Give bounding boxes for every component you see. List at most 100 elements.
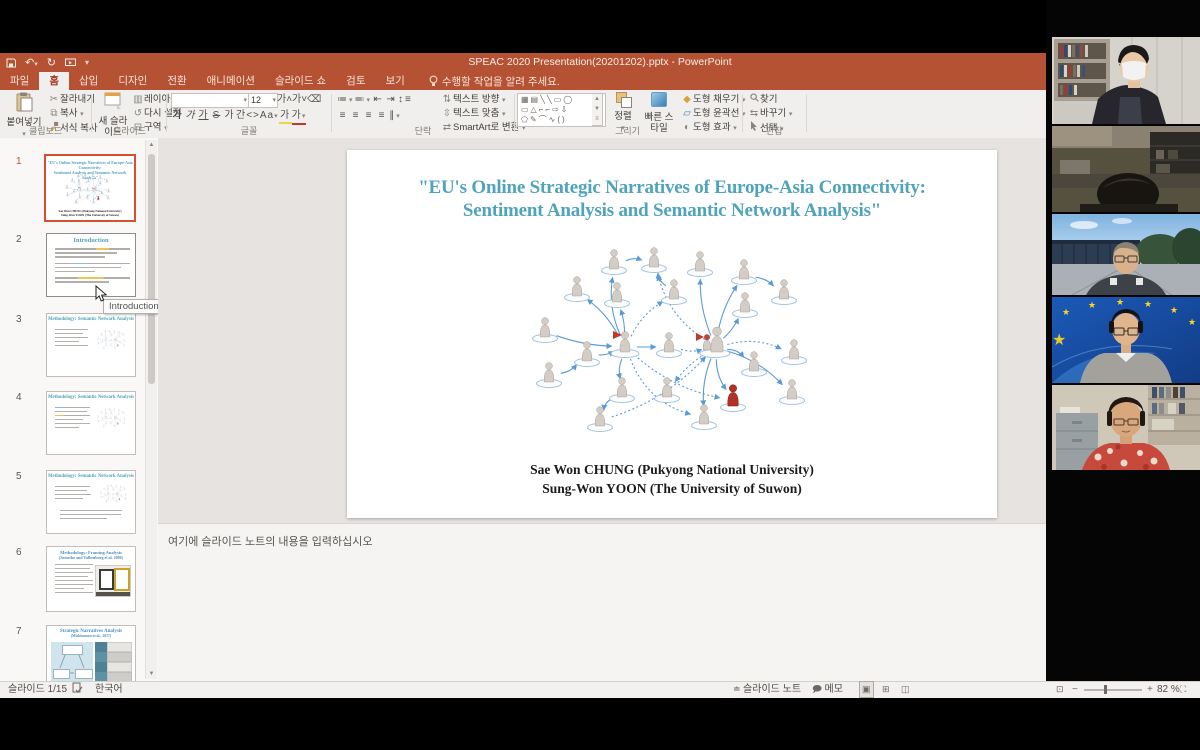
slide-number: 7 [16, 626, 22, 637]
replace-icon: ⇆ [748, 107, 760, 120]
copy-icon: ⧉ [48, 107, 60, 120]
slide-title[interactable]: "EU's Online Strategic Narratives of Eur… [347, 176, 997, 222]
normal-view-button[interactable]: ▣ [860, 682, 873, 697]
language-indicator[interactable]: 한국어 [95, 682, 123, 697]
reading-view-button[interactable]: ◫ [901, 682, 910, 697]
window-title: SPEAC 2020 Presentation(20201202).pptx -… [0, 53, 1200, 72]
slide-authors[interactable]: Sae Won CHUNG (Pukyong National Universi… [347, 460, 997, 498]
copy-button[interactable]: ⧉복사 ▾ [48, 107, 84, 120]
ribbon: 붙여넣기 ▾ ✂잘라내기 ⧉복사 ▾ 서식 복사 클립보드 새 슬라이드 ▾ ▥… [0, 90, 1200, 139]
video-feed-participant-3[interactable] [1052, 214, 1200, 295]
zoom-out-button[interactable]: − [1072, 682, 1078, 697]
shape-fill-button[interactable]: ◆도형 채우기 ▾ [681, 93, 746, 106]
slide-thumbnail-2[interactable]: Introduction [46, 233, 136, 297]
font-style-buttons[interactable]: 가가가S가간˂˃Aa▾가가▾ [171, 109, 306, 122]
tab-home[interactable]: 홈 [39, 72, 69, 90]
font-size-combo[interactable]: 12▾ [248, 93, 278, 108]
scrollbar-thumb[interactable] [148, 154, 155, 384]
align-left-button: ≡ [337, 109, 350, 122]
thumbnail-scrollbar[interactable]: ▲ ▼ [145, 140, 157, 679]
slide-thumbnail-7[interactable]: Strategic Narratives Analysis (Miskimmon… [46, 625, 136, 681]
text-line-decoration [55, 415, 90, 417]
tab-view[interactable]: 보기 [376, 72, 415, 90]
thumb-body-text [47, 404, 95, 428]
tell-me-box[interactable]: 수행할 작업을 알려 주세요. [429, 72, 560, 90]
text-line-decoration [55, 588, 84, 590]
gold-frame [114, 568, 130, 591]
zoom-in-button[interactable]: + [1147, 682, 1153, 697]
table-cell [95, 652, 107, 662]
text-line-decoration [55, 329, 88, 331]
text-line-decoration [55, 333, 83, 335]
text-line-decoration [55, 277, 130, 279]
text-direction-button[interactable]: ⇅텍스트 방향 ▾ [441, 93, 506, 106]
replace-button[interactable]: ⇆바꾸기 ▾ [748, 107, 792, 120]
bold-button: 가 [171, 109, 184, 122]
slideshow-view-button[interactable]: ⊡ [1056, 682, 1064, 697]
thumb-body-text [47, 561, 98, 593]
table-cell [107, 672, 132, 681]
diagram-box [75, 669, 93, 679]
ribbon-tab-row: 파일 홈 삽입 디자인 전환 애니메이션 슬라이드 쇼 검토 보기 수행할 작업… [0, 72, 1200, 90]
text-line-decoration [55, 584, 93, 586]
shape-outline-button[interactable]: ▱도형 윤곽선 ▾ [681, 107, 746, 120]
shapes-gallery-scroll[interactable]: ▲▼≡ [592, 93, 603, 126]
layout-icon: ▥ [132, 93, 144, 106]
list-buttons[interactable]: ≔▾≕▾⇤⇥↕≡ [337, 93, 413, 106]
slide-thumbnail-4[interactable]: Methodology: Semantic Network Analysis [46, 391, 136, 455]
notes-pane[interactable]: 여기에 슬라이드 노트의 내용을 입력하십시오 [158, 523, 1200, 682]
zoom-level[interactable]: 82 % [1157, 682, 1180, 697]
video-feed-participant-2[interactable] [1052, 126, 1200, 212]
find-button[interactable]: 찾기 [748, 93, 777, 106]
mouse-cursor [95, 285, 108, 303]
text-line-decoration [60, 518, 107, 520]
tab-animations[interactable]: 애니메이션 [197, 72, 265, 90]
scissors-icon: ✂ [48, 93, 60, 106]
table-cell [95, 662, 107, 672]
comment-icon: 🗩 [812, 684, 825, 694]
text-line-decoration [55, 267, 121, 269]
video-feed-participant-4[interactable]: ★★★★★★ ★ [1052, 297, 1200, 383]
mini-network-image [95, 483, 133, 505]
table-cell [107, 652, 132, 662]
slide-editing-area[interactable]: "EU's Online Strategic Narratives of Eur… [158, 138, 1200, 523]
group-label-editing: 편집 [743, 126, 805, 136]
zoom-slider-thumb[interactable] [1104, 685, 1107, 694]
align-buttons[interactable]: ≡≡≡≡∥▾ [337, 109, 402, 122]
tab-review[interactable]: 검토 [336, 72, 375, 90]
slide-sorter-view-button[interactable]: ⊞ [882, 682, 890, 697]
spellcheck-icon[interactable] [72, 682, 83, 697]
black-frame [99, 569, 114, 590]
tab-insert[interactable]: 삽입 [69, 72, 108, 90]
text-line-decoration [55, 427, 79, 429]
text-line-decoration [55, 337, 88, 339]
tab-slideshow[interactable]: 슬라이드 쇼 [265, 72, 336, 90]
slide-thumbnail-1[interactable]: "EU's Online Strategic Narratives of Eur… [44, 154, 136, 222]
align-text-button[interactable]: ⇳텍스트 맞춤 ▾ [441, 107, 506, 120]
scroll-up-icon[interactable]: ▲ [146, 142, 157, 148]
comments-toggle-button[interactable]: 🗩 메모 [812, 682, 843, 697]
video-feed-participant-1[interactable] [1052, 37, 1200, 124]
video-feed-participant-5[interactable] [1052, 385, 1200, 470]
notes-toggle-button[interactable]: ≐ 슬라이드 노트 [733, 682, 801, 697]
slide-number: 4 [16, 392, 22, 403]
participant-woman-office-scene [1052, 385, 1200, 470]
cut-button[interactable]: ✂잘라내기 [48, 93, 95, 106]
font-name-combo[interactable]: ▾ [171, 93, 249, 108]
network-diagram-image[interactable] [487, 234, 867, 456]
tab-design[interactable]: 디자인 [108, 72, 157, 90]
tab-file[interactable]: 파일 [0, 72, 39, 90]
fit-to-window-button[interactable]: ⛶ [1180, 682, 1186, 697]
tab-transitions[interactable]: 전환 [157, 72, 196, 90]
slide-thumbnail-5[interactable]: Methodology: Semantic Network Analysis [46, 470, 136, 534]
new-slide-icon [104, 92, 122, 111]
scroll-down-icon[interactable]: ▼ [146, 671, 157, 677]
text-line-decoration [55, 256, 105, 258]
slide-thumbnail-6[interactable]: Methodology: Framing Analysis (Semetko a… [46, 546, 136, 612]
slide-thumbnail-3[interactable]: Methodology: Semantic Network Analysis [46, 313, 136, 377]
current-slide[interactable]: "EU's Online Strategic Narratives of Eur… [347, 150, 997, 518]
table-cell [95, 672, 107, 681]
group-label-font: 글꼴 [167, 126, 331, 136]
text-line-decoration [55, 407, 90, 409]
grow-shrink-font-buttons[interactable]: 가˄가˅⌫ [277, 93, 321, 106]
